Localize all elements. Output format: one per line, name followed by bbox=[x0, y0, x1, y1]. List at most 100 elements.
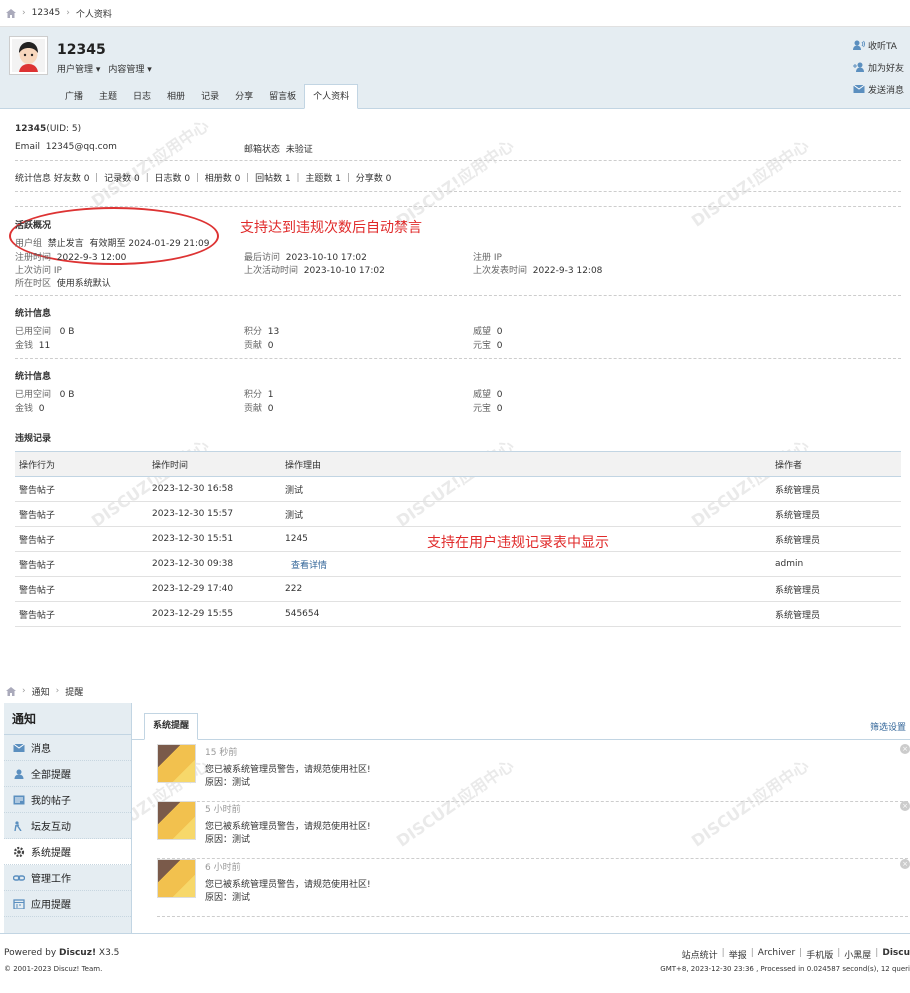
footer-link-stats[interactable]: 站点统计 bbox=[682, 948, 718, 961]
reg-time-value: 2022-9-3 12:00 bbox=[56, 253, 127, 263]
usergroup-value: 禁止发言 bbox=[47, 239, 84, 249]
cell-operator: 系统管理员 bbox=[771, 601, 901, 627]
powered-label: Powered by bbox=[4, 948, 57, 958]
cell-operator: admin bbox=[771, 551, 901, 577]
user-manage-menu[interactable]: 用户管理 ▾ bbox=[57, 62, 100, 75]
tab-underline bbox=[132, 739, 910, 740]
tab-doing[interactable]: 记录 bbox=[193, 86, 227, 108]
link-icon bbox=[13, 874, 25, 881]
tab-system-notice[interactable]: 系统提醒 bbox=[144, 713, 199, 740]
footer-link-discuz[interactable]: Discu bbox=[882, 948, 910, 961]
home-icon[interactable] bbox=[6, 8, 16, 18]
sidebar-item-interaction[interactable]: 坛友互动 bbox=[4, 813, 131, 839]
message-icon bbox=[853, 84, 865, 93]
last-ip-row: 上次访问 IP bbox=[15, 263, 62, 276]
notice-time: 6 小时前 bbox=[205, 863, 241, 873]
avatar[interactable] bbox=[157, 801, 196, 840]
profile-username: 12345 bbox=[15, 124, 47, 134]
avatar[interactable] bbox=[157, 859, 196, 898]
sidebar-item-label: 消息 bbox=[31, 744, 51, 755]
annotation-table-show: 支持在用户违规记录表中显示 bbox=[427, 535, 609, 551]
tab-share[interactable]: 分享 bbox=[227, 86, 261, 108]
notice-reason: 原因：测试 bbox=[205, 893, 251, 903]
add-friend-button[interactable]: 加为好友 bbox=[852, 60, 904, 74]
sidebar-item-my-posts[interactable]: 我的帖子 bbox=[4, 787, 131, 813]
tab-blog[interactable]: 日志 bbox=[125, 86, 159, 108]
last-active-value: 2023-10-10 17:02 bbox=[303, 266, 385, 276]
breadcrumb-separator: › bbox=[66, 8, 70, 18]
footer-link-report[interactable]: 举报 bbox=[729, 948, 747, 961]
close-icon[interactable]: × bbox=[900, 744, 910, 754]
view-details-link[interactable]: 查看详情 bbox=[291, 561, 327, 571]
follow-label: 收听TA bbox=[867, 41, 897, 52]
tab-threads[interactable]: 主题 bbox=[91, 86, 125, 108]
tab-broadcast[interactable]: 广播 bbox=[57, 86, 91, 108]
close-icon[interactable]: × bbox=[900, 801, 910, 811]
notice-message: 您已被系统管理员警告，请规范使用社区! bbox=[205, 765, 371, 775]
reg-ip-label: 注册 IP bbox=[473, 253, 502, 263]
sidebar-item-all-notices[interactable]: 全部提醒 bbox=[4, 761, 131, 787]
sidebar-item-system[interactable]: 系统提醒 bbox=[4, 839, 131, 865]
credit-value: 1 bbox=[267, 390, 274, 400]
column-header-time: 操作时间 bbox=[148, 451, 281, 477]
notice-reason: 原因：测试 bbox=[205, 778, 251, 788]
money-label: 金钱 bbox=[15, 404, 34, 414]
footer-link-mobile[interactable]: 手机版 bbox=[806, 948, 833, 961]
home-icon[interactable] bbox=[6, 686, 16, 696]
gear-icon bbox=[13, 846, 25, 857]
close-icon[interactable]: × bbox=[900, 859, 910, 869]
cell-time: 2023-12-29 17:40 bbox=[148, 576, 281, 602]
cell-operator: 系统管理员 bbox=[771, 576, 901, 602]
follow-icon bbox=[852, 40, 865, 50]
annotation-auto-ban: 支持达到违规次数后自动禁言 bbox=[240, 220, 422, 236]
send-message-button[interactable]: 发送消息 bbox=[853, 82, 904, 96]
content-manage-menu[interactable]: 内容管理 ▾ bbox=[108, 62, 151, 75]
watermark: DISCUZ!应用中心 bbox=[87, 115, 213, 211]
contrib-label: 贡献 bbox=[244, 404, 263, 414]
user-icon bbox=[14, 769, 24, 779]
sidebar-item-app[interactable]: 应用提醒 bbox=[4, 891, 131, 917]
calendar-icon bbox=[13, 898, 25, 909]
tab-profile[interactable]: 个人资料 bbox=[304, 84, 359, 109]
credit-value: 13 bbox=[267, 327, 280, 337]
last-visit-value: 2023-10-10 17:02 bbox=[285, 253, 367, 263]
table-row: 警告帖子 2023-12-29 17:40 222 系统管理员 bbox=[15, 576, 901, 602]
footer-copyright: © 2001-2023 Discuz! Team. bbox=[4, 965, 103, 973]
notice-main: 系统提醒 筛选设置 15 秒前 您已被系统管理员警告，请规范使用社区! 原因：测… bbox=[132, 703, 910, 933]
brand-link[interactable]: Discuz! bbox=[59, 948, 96, 958]
reg-time-label: 注册时间 bbox=[15, 253, 52, 263]
breadcrumb-notice[interactable]: 通知 bbox=[32, 685, 50, 698]
add-friend-icon bbox=[852, 62, 864, 72]
envelope-icon bbox=[13, 743, 25, 752]
space-used-row: 已用空间 0 B bbox=[15, 324, 74, 337]
breadcrumb-user[interactable]: 12345 bbox=[32, 8, 61, 18]
footer-link-blacklist[interactable]: 小黑屋 bbox=[844, 948, 871, 961]
usergroup-expiry: 有效期至 2024-01-29 21:09 bbox=[89, 239, 210, 249]
space-used-label: 已用空间 bbox=[15, 390, 52, 400]
sidebar-item-manage[interactable]: 管理工作 bbox=[4, 865, 131, 891]
credit-row: 积分 1 bbox=[244, 387, 273, 400]
avatar[interactable] bbox=[157, 744, 196, 783]
last-post-row: 上次发表时间 2022-9-3 12:08 bbox=[473, 263, 602, 276]
follow-button[interactable]: 收听TA bbox=[852, 38, 904, 52]
sidebar-item-messages[interactable]: 消息 bbox=[4, 735, 131, 761]
filter-settings-link[interactable]: 筛选设置 bbox=[870, 720, 906, 733]
space-tabs: 广播 主题 日志 相册 记录 分享 留言板 个人资料 bbox=[57, 84, 359, 109]
tab-wall[interactable]: 留言板 bbox=[261, 86, 304, 108]
sidebar-title: 通知 bbox=[4, 703, 131, 735]
credit-row: 积分 13 bbox=[244, 324, 279, 337]
table-row: 警告帖子 2023-12-30 16:58 测试 系统管理员 bbox=[15, 476, 901, 502]
tab-album[interactable]: 相册 bbox=[159, 86, 193, 108]
notice-item: 15 秒前 您已被系统管理员警告，请规范使用社区! 原因：测试 × bbox=[157, 744, 910, 802]
cell-time: 2023-12-30 15:57 bbox=[148, 501, 281, 527]
avatar[interactable] bbox=[9, 36, 48, 75]
timezone-row: 所在时区 使用系统默认 bbox=[15, 276, 111, 289]
notice-message: 您已被系统管理员警告，请规范使用社区! bbox=[205, 880, 371, 890]
footer-link-archiver[interactable]: Archiver bbox=[758, 948, 795, 961]
table-header-row: 操作行为 操作时间 操作理由 操作者 bbox=[15, 451, 901, 477]
space-used-value: 0 B bbox=[59, 327, 75, 337]
cell-operator: 系统管理员 bbox=[771, 526, 901, 552]
notice-message: 您已被系统管理员警告，请规范使用社区! bbox=[205, 822, 371, 832]
ingot-label: 元宝 bbox=[473, 341, 492, 351]
ingot-row: 元宝 0 bbox=[473, 401, 502, 414]
